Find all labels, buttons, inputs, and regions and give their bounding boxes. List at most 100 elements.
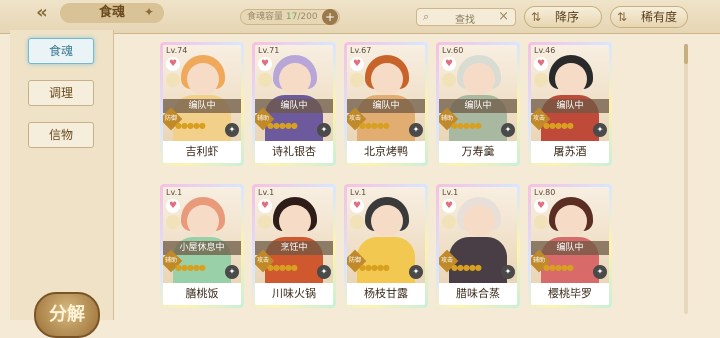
element-icon: ✦ [501,123,515,137]
food-soul-card[interactable]: Lv.67 ♥ 编队中 攻击 ●●●●● ✦ 北京烤鸭 [344,42,428,166]
star-rating: ●●●●● [267,121,298,130]
card-level: Lv.80 [534,188,556,197]
heart-icon: ♥ [442,199,456,213]
star-rating: ●●●●● [451,263,482,272]
element-icon: ✦ [225,265,239,279]
portrait-head [371,205,403,237]
bond-icon [258,215,272,229]
heart-icon: ♥ [258,57,272,71]
card-name: 北京烤鸭 [347,141,425,163]
search-icon: ⌕ [423,10,430,23]
element-icon: ✦ [501,265,515,279]
capacity-max: /200 [297,12,318,22]
rarity-filter-button[interactable]: ⇅ 稀有度 [610,6,688,28]
card-inner: Lv.67 ♥ 编队中 攻击 ●●●●● ✦ 北京烤鸭 [347,45,425,163]
element-icon: ✦ [409,265,423,279]
card-inner: Lv.71 ♥ 编队中 辅助 ●●●●● ✦ 诗礼银杏 [255,45,333,163]
bond-icon [534,73,548,87]
card-level: Lv.71 [258,46,280,55]
sidebar-item-conditioning[interactable]: 调理 [28,80,94,106]
bond-icon [442,73,456,87]
card-name: 屠苏酒 [531,141,609,163]
card-inner: Lv.74 ♥ 编队中 防御 ●●●●● ✦ 吉利虾 [163,45,241,163]
food-soul-card[interactable]: Lv.1 ♥ 烹饪中 攻击 ●●●●● ✦ 川味火锅 [252,184,336,308]
heart-icon: ♥ [350,199,364,213]
clear-icon[interactable]: × [498,9,509,24]
element-icon: ✦ [593,265,607,279]
sidebar: 食魂 调理 信物 分解 [10,30,114,338]
card-name: 诗礼银杏 [255,141,333,163]
food-soul-card[interactable]: Lv.1 ♥ 防御 ●●●●● ✦ 杨枝甘露 [344,184,428,308]
food-soul-card[interactable]: Lv.1 ♥ 攻击 ●●●●● ✦ 腊味合蒸 [436,184,520,308]
food-soul-card[interactable]: Lv.74 ♥ 编队中 防御 ●●●●● ✦ 吉利虾 [160,42,244,166]
card-name: 万寿羹 [439,141,517,163]
card-level: Lv.46 [534,46,556,55]
sidebar-item-tokens[interactable]: 信物 [28,122,94,148]
card-name: 樱桃毕罗 [531,283,609,305]
card-inner: Lv.80 ♥ 编队中 辅助 ●●●●● ✦ 樱桃毕罗 [531,187,609,305]
back-arrow-icon[interactable]: « [22,2,62,24]
card-level: Lv.1 [442,188,459,197]
star-rating: ●●●●● [175,121,206,130]
card-inner: Lv.60 ♥ 编队中 辅助 ●●●●● ✦ 万寿羹 [439,45,517,163]
star-rating: ●●●●● [543,263,574,272]
sort-label: 降序 [555,10,580,24]
portrait-head [463,63,495,95]
portrait-head [187,63,219,95]
heart-icon: ♥ [534,57,548,71]
heart-icon: ♥ [166,57,180,71]
card-inner: Lv.46 ♥ 编队中 攻击 ●●●●● ✦ 屠苏酒 [531,45,609,163]
card-level: Lv.1 [258,188,275,197]
card-level: Lv.1 [350,188,367,197]
decompose-button[interactable]: 分解 [34,292,100,338]
portrait-head [463,205,495,237]
portrait-head [555,63,587,95]
card-grid: Lv.74 ♥ 编队中 防御 ●●●●● ✦ 吉利虾 Lv.71 ♥ 编队中 辅… [160,42,680,324]
portrait-head [279,63,311,95]
star-rating: ●●●●● [359,263,390,272]
card-level: Lv.60 [442,46,464,55]
card-level: Lv.67 [350,46,372,55]
bond-icon [166,215,180,229]
bond-icon [166,73,180,87]
rarity-label: 稀有度 [641,10,678,24]
portrait-head [371,63,403,95]
food-soul-card[interactable]: Lv.80 ♥ 编队中 辅助 ●●●●● ✦ 樱桃毕罗 [528,184,612,308]
food-soul-card[interactable]: Lv.1 ♥ 小屋休息中 辅助 ●●●●● ✦ 膳桃饭 [160,184,244,308]
element-icon: ✦ [225,123,239,137]
heart-icon: ♥ [534,199,548,213]
element-icon: ✦ [593,123,607,137]
element-icon: ✦ [317,123,331,137]
element-icon: ✦ [409,123,423,137]
star-rating: ●●●●● [359,121,390,130]
card-level: Lv.74 [166,46,188,55]
search-input[interactable]: ⌕ 查找 × [416,8,516,26]
sort-order-button[interactable]: ⇅ 降序 [524,6,602,28]
food-soul-card[interactable]: Lv.60 ♥ 编队中 辅助 ●●●●● ✦ 万寿羹 [436,42,520,166]
food-soul-card[interactable]: Lv.71 ♥ 编队中 辅助 ●●●●● ✦ 诗礼银杏 [252,42,336,166]
bond-icon [534,215,548,229]
star-rating: ●●●●● [175,263,206,272]
heart-icon: ♥ [166,199,180,213]
plus-icon[interactable]: + [322,9,338,25]
star-icon[interactable]: ✦ [144,5,154,19]
bond-icon [350,73,364,87]
scrollbar[interactable] [684,44,688,314]
element-icon: ✦ [317,265,331,279]
card-inner: Lv.1 ♥ 烹饪中 攻击 ●●●●● ✦ 川味火锅 [255,187,333,305]
sidebar-item-food-soul[interactable]: 食魂 [28,38,94,64]
card-inner: Lv.1 ♥ 攻击 ●●●●● ✦ 腊味合蒸 [439,187,517,305]
portrait-head [187,205,219,237]
capacity-label: 食魂容量 [247,12,284,22]
card-name: 吉利虾 [163,141,241,163]
card-name: 川味火锅 [255,283,333,305]
portrait-head [279,205,311,237]
food-soul-card[interactable]: Lv.46 ♥ 编队中 攻击 ●●●●● ✦ 屠苏酒 [528,42,612,166]
filter-icon: ⇅ [617,10,628,24]
heart-icon: ♥ [258,199,272,213]
card-inner: Lv.1 ♥ 小屋休息中 辅助 ●●●●● ✦ 膳桃饭 [163,187,241,305]
card-name: 膳桃饭 [163,283,241,305]
star-rating: ●●●●● [451,121,482,130]
bond-icon [442,215,456,229]
bond-icon [258,73,272,87]
